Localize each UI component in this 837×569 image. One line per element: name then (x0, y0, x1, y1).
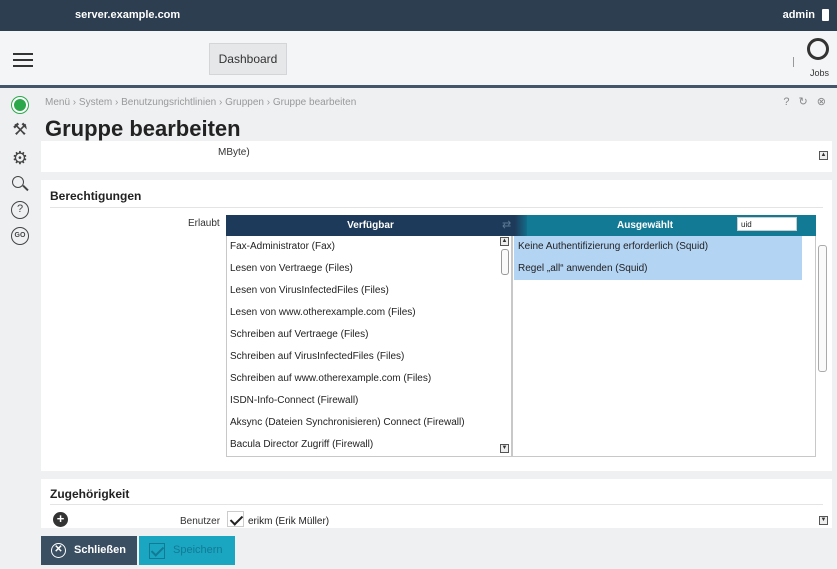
available-header: Verfügbar (226, 215, 515, 236)
available-list[interactable]: Fax-Administrator (Fax) Lesen von Vertra… (226, 236, 512, 457)
selected-header-label: Ausgewählt (617, 220, 674, 231)
save-button-label: Speichern (173, 544, 223, 556)
check-icon[interactable] (227, 511, 244, 527)
permissions-card: Berechtigungen Erlaubt Verfügbar ⇄ Ausge… (41, 180, 832, 471)
jobs-icon[interactable] (807, 38, 829, 60)
help-icon[interactable]: ? (11, 201, 29, 219)
membership-card: Zugehörigkeit + Benutzer erikm (Erik Mül… (41, 479, 832, 528)
scroll-thumb[interactable] (501, 249, 509, 275)
mbyte-card: MByte) ▲ (41, 141, 832, 172)
membership-title: Zugehörigkeit (50, 487, 130, 501)
logout-icon[interactable] (822, 9, 829, 21)
scroll-down-icon[interactable]: ▼ (500, 444, 509, 453)
swap-arrows-icon[interactable]: ⇄ (502, 218, 511, 231)
filter-input[interactable] (737, 217, 797, 231)
nav-bar: Dashboard Jobs (0, 31, 837, 88)
status-icon[interactable] (12, 97, 28, 113)
header-gradient (515, 215, 527, 236)
list-item[interactable]: Lesen von VirusInfectedFiles (Files) (227, 280, 511, 302)
list-item[interactable]: Lesen von www.otherexample.com (Files) (227, 302, 511, 324)
close-button-label: Schließen (74, 544, 126, 556)
user-entry[interactable]: erikm (Erik Müller) (248, 516, 329, 527)
close-icon: ✕ (51, 543, 66, 558)
allowed-label: Erlaubt (188, 218, 220, 229)
hostname: server.example.com (75, 9, 181, 21)
add-icon[interactable]: + (53, 512, 68, 527)
scroll-down-icon[interactable]: ▼ (819, 516, 828, 525)
scroll-up-icon[interactable]: ▲ (819, 151, 828, 160)
gear-icon[interactable]: ⚙ (11, 149, 29, 167)
jobs-label[interactable]: Jobs (810, 68, 829, 78)
scroll-up-icon[interactable]: ▲ (500, 237, 509, 246)
list-item[interactable]: Lesen von Vertraege (Files) (227, 258, 511, 280)
search-icon[interactable] (11, 175, 29, 193)
list-item[interactable]: Bacula Director Zugriff (Firewall) (227, 434, 511, 456)
dashboard-button[interactable]: Dashboard (209, 43, 287, 75)
list-item[interactable]: Fax-Administrator (Fax) (227, 236, 511, 258)
top-bar: server.example.com admin (0, 0, 837, 31)
page-tools-icons[interactable]: ? ↻ ⊗ (783, 95, 829, 108)
list-item[interactable]: Keine Authentifizierung erforderlich (Sq… (514, 236, 802, 258)
list-item[interactable]: ISDN-Info-Connect (Firewall) (227, 390, 511, 412)
list-item[interactable]: Schreiben auf www.otherexample.com (File… (227, 368, 511, 390)
wizard-icon[interactable]: ⚒ (11, 121, 29, 139)
save-button[interactable]: Speichern (139, 536, 235, 565)
list-item[interactable]: Schreiben auf VirusInfectedFiles (Files) (227, 346, 511, 368)
available-list-scrollbar[interactable]: ▲ ▼ (500, 236, 512, 457)
divider (50, 207, 823, 208)
breadcrumb[interactable]: Menü › System › Benutzungsrichtlinien › … (45, 97, 356, 108)
left-sidebar: ⚒ ⚙ ? GO (0, 91, 40, 569)
selected-list[interactable]: Keine Authentifizierung erforderlich (Sq… (512, 236, 816, 457)
user-menu[interactable]: admin (783, 9, 815, 21)
close-button[interactable]: ✕ Schließen (41, 536, 137, 565)
mbyte-label: MByte) (218, 147, 250, 158)
menu-icon[interactable] (13, 53, 33, 67)
save-check-icon (149, 543, 165, 559)
jobs-separator (793, 57, 794, 67)
permissions-title: Berechtigungen (50, 189, 142, 203)
divider (50, 504, 823, 505)
page-scrollbar-thumb[interactable] (818, 245, 827, 372)
user-field-label: Benutzer (180, 516, 221, 527)
go-icon[interactable]: GO (11, 227, 29, 245)
list-item[interactable]: Aksync (Dateien Synchronisieren) Connect… (227, 412, 511, 434)
page-title: Gruppe bearbeiten (45, 116, 241, 141)
list-item[interactable]: Schreiben auf Vertraege (Files) (227, 324, 511, 346)
list-item[interactable]: Regel „all“ anwenden (Squid) (514, 258, 802, 280)
